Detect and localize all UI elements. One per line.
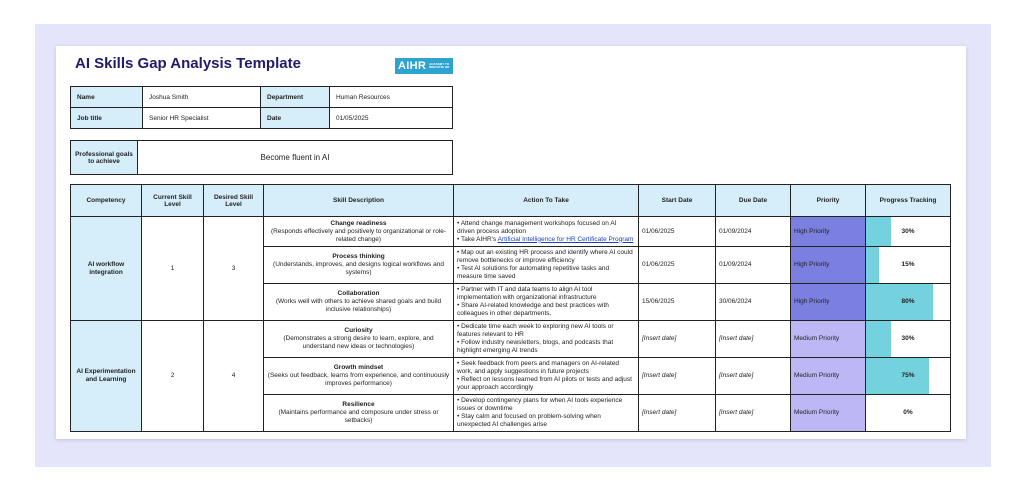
logo-mark: AIHR (398, 60, 427, 72)
page-title: AI Skills Gap Analysis Template (75, 55, 301, 72)
job-title-value[interactable]: Senior HR Specialist (142, 107, 261, 129)
progress-value: 15% (901, 261, 915, 268)
progress-cell[interactable]: 30% (865, 216, 951, 247)
skill-description-cell: Resilience (Maintains performance and com… (263, 394, 454, 432)
skill-description-cell: Collaboration (Works well with others to … (263, 283, 454, 321)
progress-value: 0% (903, 409, 913, 416)
progress-cell[interactable]: 75% (865, 357, 951, 395)
action-text: • Attend change management workshops foc… (457, 219, 617, 235)
goals-value[interactable]: Become fluent in AI (137, 140, 453, 175)
start-date-cell[interactable]: 01/06/2025 (638, 216, 716, 247)
action-cell: • Seek feedback from peers and managers … (453, 357, 639, 395)
skill-desc: (Demonstrates a strong desire to learn, … (283, 335, 434, 350)
due-date-cell[interactable]: 01/09/2024 (715, 246, 791, 284)
col-due-date: Due Date (715, 184, 791, 217)
desired-level-cell[interactable]: 4 (203, 320, 264, 432)
skill-desc: (Works well with others to achieve share… (275, 298, 442, 313)
date-label: Date (260, 107, 330, 129)
date-value[interactable]: 01/05/2025 (329, 107, 453, 129)
name-label: Name (70, 86, 143, 108)
competency-cell: AI Experimentation and Learning (70, 320, 142, 432)
due-date-cell[interactable]: [Insert date] (715, 320, 791, 358)
due-date-cell[interactable]: 30/06/2024 (715, 283, 791, 321)
action-cell: • Map out an existing HR process and ide… (453, 246, 639, 284)
priority-cell[interactable]: Medium Priority (790, 320, 866, 358)
col-skill-description: Skill Description (263, 184, 454, 217)
due-date-cell[interactable]: [Insert date] (715, 394, 791, 432)
action-cell: • Partner with IT and data teams to alig… (453, 283, 639, 321)
table-row: AI workflow integration 1 3 Change readi… (70, 216, 951, 321)
due-date-cell[interactable]: 01/09/2024 (715, 216, 791, 247)
action-text-prefix: • Take AIHR's (457, 235, 498, 243)
col-action: Action To Take (453, 184, 639, 217)
skill-desc: (Responds effectively and positively to … (270, 227, 447, 243)
department-value[interactable]: Human Resources (329, 86, 453, 108)
skill-name: Process thinking (332, 253, 385, 260)
table-row: AI Experimentation and Learning 2 4 Curi… (70, 320, 951, 432)
action-cell: • Attend change management workshops foc… (453, 216, 639, 247)
progress-value: 30% (901, 335, 915, 342)
competency-cell: AI workflow integration (70, 216, 142, 321)
start-date-cell[interactable]: [Insert date] (638, 394, 716, 432)
progress-value: 75% (901, 372, 915, 379)
department-label: Department (260, 86, 330, 108)
start-date-cell[interactable]: [Insert date] (638, 357, 716, 395)
skill-desc: (Maintains performance and composure und… (278, 409, 439, 424)
skill-description-cell: Growth mindset (Seeks out feedback, learn… (263, 357, 454, 395)
progress-cell[interactable]: 80% (865, 283, 951, 321)
priority-cell[interactable]: High Priority (790, 246, 866, 284)
priority-cell[interactable]: High Priority (790, 283, 866, 321)
start-date-cell[interactable]: 15/06/2025 (638, 283, 716, 321)
goals-table: Professional goals to achieve Become flu… (70, 140, 453, 175)
due-date-cell[interactable]: [Insert date] (715, 357, 791, 395)
col-priority: Priority (790, 184, 866, 217)
progress-cell[interactable]: 30% (865, 320, 951, 358)
col-competency: Competency (70, 184, 142, 217)
skill-description-cell: Change readiness (Responds effectively an… (263, 216, 454, 247)
progress-cell[interactable]: 0% (865, 394, 951, 432)
desired-level-cell[interactable]: 3 (203, 216, 264, 321)
col-current-level: Current Skill Level (141, 184, 204, 217)
goals-label: Professional goals to achieve (70, 140, 138, 175)
priority-cell[interactable]: Medium Priority (790, 394, 866, 432)
skill-description-cell: Curiosity (Demonstrates a strong desire t… (263, 320, 454, 358)
start-date-cell[interactable]: [Insert date] (638, 320, 716, 358)
aihr-logo: AIHR ACADEMY TO INNOVATE HR (395, 58, 453, 74)
current-level-cell[interactable]: 2 (141, 320, 204, 432)
action-cell: • Develop contingency plans for when AI … (453, 394, 639, 432)
certificate-program-link[interactable]: Artificial Intelligence for HR Certifica… (498, 236, 634, 243)
skill-desc: (Seeks out feedback, learns from experie… (267, 372, 450, 387)
name-value[interactable]: Joshua Smith (142, 86, 261, 108)
current-level-cell[interactable]: 1 (141, 216, 204, 321)
progress-value: 80% (901, 298, 915, 305)
logo-subtitle: ACADEMY TO INNOVATE HR (429, 61, 450, 69)
skill-desc: (Understands, improves, and designs logi… (273, 261, 444, 276)
skill-name: Curiosity (344, 327, 373, 334)
table-header-row: Competency Current Skill Level Desired S… (70, 184, 951, 217)
skill-name: Collaboration (337, 290, 380, 297)
priority-cell[interactable]: High Priority (790, 216, 866, 247)
priority-cell[interactable]: Medium Priority (790, 357, 866, 395)
skill-description-cell: Process thinking (Understands, improves, … (263, 246, 454, 284)
progress-cell[interactable]: 15% (865, 246, 951, 284)
skill-name: Change readiness (330, 219, 387, 227)
employee-info-table: Name Joshua Smith Department Human Resou… (70, 86, 453, 129)
skills-gap-table: Competency Current Skill Level Desired S… (70, 184, 951, 432)
col-desired-level: Desired Skill Level (203, 184, 264, 217)
col-start-date: Start Date (638, 184, 716, 217)
progress-value: 30% (901, 227, 915, 235)
skill-name: Resilience (342, 401, 375, 408)
start-date-cell[interactable]: 01/06/2025 (638, 246, 716, 284)
col-progress: Progress Tracking (865, 184, 951, 217)
job-title-label: Job title (70, 107, 143, 129)
action-cell: • Dedicate time each week to exploring n… (453, 320, 639, 358)
skill-name: Growth mindset (333, 364, 384, 371)
